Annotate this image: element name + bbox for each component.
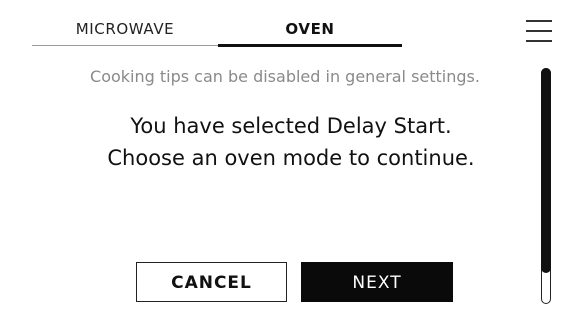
hamburger-menu-icon[interactable] xyxy=(526,20,552,42)
delay-start-message: You have selected Delay Start. Choose an… xyxy=(56,110,526,174)
next-button[interactable]: NEXT xyxy=(301,262,453,302)
cooking-tip-text: Cooking tips can be disabled in general … xyxy=(90,67,480,86)
message-line-2: Choose an oven mode to continue. xyxy=(107,146,475,170)
cancel-button[interactable]: CANCEL xyxy=(136,262,287,302)
mode-tabs: MICROWAVE OVEN xyxy=(32,14,402,48)
active-tab-indicator xyxy=(218,44,402,47)
message-line-1: You have selected Delay Start. xyxy=(130,114,452,138)
scrollbar-thumb[interactable] xyxy=(541,68,551,273)
tab-oven[interactable]: OVEN xyxy=(218,14,402,48)
tab-microwave[interactable]: MICROWAVE xyxy=(32,14,218,48)
